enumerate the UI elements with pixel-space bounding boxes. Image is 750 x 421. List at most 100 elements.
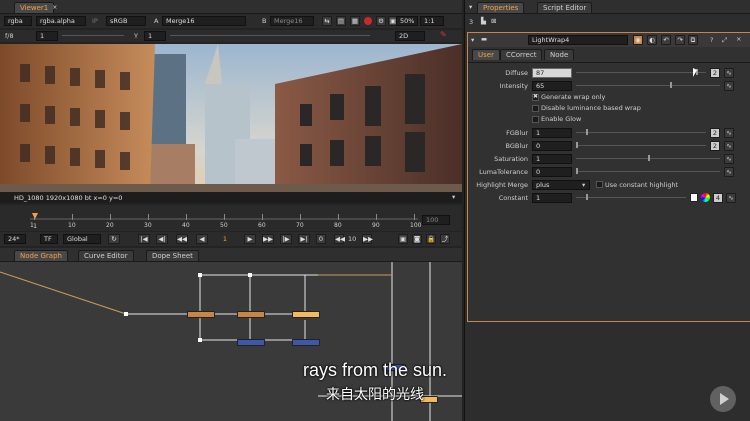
gain-slider[interactable] [62,32,124,40]
tab-node-graph[interactable]: Node Graph [14,250,68,261]
bgblur-slider[interactable] [576,142,706,150]
gain-field[interactable]: 1 [36,31,58,41]
merge-node[interactable] [187,311,215,318]
saturation-slider[interactable] [576,155,720,163]
swatch-icon[interactable]: ◐ [647,35,657,45]
alpha-select[interactable]: rgba.alpha [36,16,86,26]
proxy-icon[interactable]: ▦ [350,16,360,26]
constant-slider[interactable] [576,194,686,202]
generate-wrap-checkbox[interactable] [532,93,539,101]
step-size[interactable]: 10 [348,235,356,243]
help-icon[interactable]: ? [710,36,713,44]
ip-label[interactable]: IP [92,17,98,25]
collapse-icon[interactable]: ▾ [471,36,474,44]
close-node-icon[interactable]: × [736,35,741,43]
wipe-icon[interactable]: ⇆ [322,16,332,26]
panel-menu-icon[interactable]: ▾ [469,3,472,11]
camera-icon[interactable]: ◙ [412,234,422,244]
revert-icon[interactable]: ↶ [661,35,671,45]
diffuse-field[interactable]: 87 [532,68,572,78]
gamma-slider[interactable] [170,32,370,40]
constant-field[interactable]: 1 [532,193,572,203]
play-watermark-icon[interactable] [710,386,736,412]
dot-node[interactable] [198,338,202,342]
tab-ccorrect[interactable]: CCorrect [500,49,543,60]
zoom-select[interactable]: 50% [396,16,418,26]
dot-node[interactable] [124,312,128,316]
constant-swatch[interactable] [690,193,698,202]
lightwrap-node[interactable] [292,311,320,318]
tab-dope-sheet[interactable]: Dope Sheet [146,250,199,261]
merge-node[interactable] [237,311,265,318]
viewer-canvas[interactable] [0,44,462,192]
constant-anim-icon[interactable]: ∿ [726,193,736,203]
close-panels-icon[interactable]: ⊠ [491,17,496,25]
saturation-field[interactable]: 1 [532,154,572,164]
node-color-icon[interactable]: ▬ [481,35,487,43]
current-frame-field[interactable]: 1 [214,234,236,244]
transform-node[interactable] [237,339,265,346]
step-back-icon[interactable]: ◀◀ [176,234,188,244]
intensity-anim-icon[interactable]: ∿ [724,81,734,91]
range-select[interactable]: Global [63,234,101,244]
chevron-down-icon[interactable]: ▾ [582,181,585,189]
settings-icon[interactable]: ⚙ [376,16,386,26]
tab-script-editor[interactable]: Script Editor [537,2,593,13]
redo-icon[interactable]: ↷ [675,35,685,45]
skip-end-icon[interactable]: ▶| [298,234,310,244]
colorspace-select[interactable]: sRGB [106,16,146,26]
diffuse-slider[interactable] [576,69,706,77]
bgblur-anim-icon[interactable]: ∿ [724,141,734,151]
dot-node[interactable] [198,273,202,277]
intensity-field[interactable]: 65 [532,81,572,91]
close-icon[interactable]: × [52,3,57,11]
ratio-select[interactable]: 1:1 [420,16,444,26]
node-name-field[interactable]: LightWrap4 [528,35,628,45]
float-icon[interactable]: ⧉ [688,35,698,45]
mode-select[interactable]: 2D [395,31,425,41]
enable-glow-checkbox[interactable] [532,116,539,123]
lumatolerance-slider[interactable] [576,168,720,176]
tab-viewer1[interactable]: Viewer1 [14,2,55,13]
color-wheel-icon[interactable] [701,193,710,202]
b-input-select[interactable]: Merge16 [270,16,314,26]
dot-node[interactable] [248,273,252,277]
tf-select[interactable]: TF [40,234,58,244]
pen-icon[interactable]: ✎ [440,31,447,39]
next-key-icon[interactable]: |▶ [280,234,292,244]
fgblur-slider[interactable] [576,129,706,137]
zebra-icon[interactable]: ▤ [336,16,346,26]
transform-node[interactable] [292,339,320,346]
prev-key-icon[interactable]: ◀| [156,234,168,244]
clear-panels-icon[interactable]: ▙ [481,17,486,25]
record-frame-icon[interactable]: 0 [316,234,326,244]
step-back-n-icon[interactable]: ◀◀ [334,234,345,244]
skip-start-icon[interactable]: |◀ [138,234,150,244]
fgblur-anim-icon[interactable]: ∿ [724,128,734,138]
fgblur-multi-button[interactable]: 2 [710,128,720,138]
export-icon[interactable]: ⤴ [440,234,450,244]
play-icon[interactable]: ▶ [244,234,256,244]
fps-select[interactable]: 24* [4,234,26,244]
record-icon[interactable] [364,17,372,25]
channels-select[interactable]: rgba [4,16,32,26]
float-panel-icon[interactable]: ⤢ [722,36,727,44]
fold-icon[interactable]: ◉ [633,35,643,45]
fstop-label[interactable]: f/8 [5,32,14,40]
lumatolerance-field[interactable]: 0 [532,167,572,177]
panel-count[interactable]: 3 [469,18,473,26]
step-forward-icon[interactable]: ▶▶ [262,234,274,244]
tab-curve-editor[interactable]: Curve Editor [78,250,134,261]
constant-channels-button[interactable]: 4 [713,193,723,203]
tab-properties[interactable]: Properties [477,2,525,13]
lock-icon[interactable]: 🔒 [426,234,436,244]
lumatolerance-anim-icon[interactable]: ∿ [724,167,734,177]
end-frame-field[interactable]: 100 [422,215,450,225]
intensity-slider[interactable] [576,82,720,90]
loop-icon[interactable]: ↻ [108,234,120,244]
saturation-anim-icon[interactable]: ∿ [724,154,734,164]
flipbook-icon[interactable]: ▣ [398,234,408,244]
diffuse-multi-button[interactable]: 2 [710,68,720,78]
chevron-down-icon[interactable]: ▾ [452,193,455,201]
tab-node[interactable]: Node [544,49,575,60]
